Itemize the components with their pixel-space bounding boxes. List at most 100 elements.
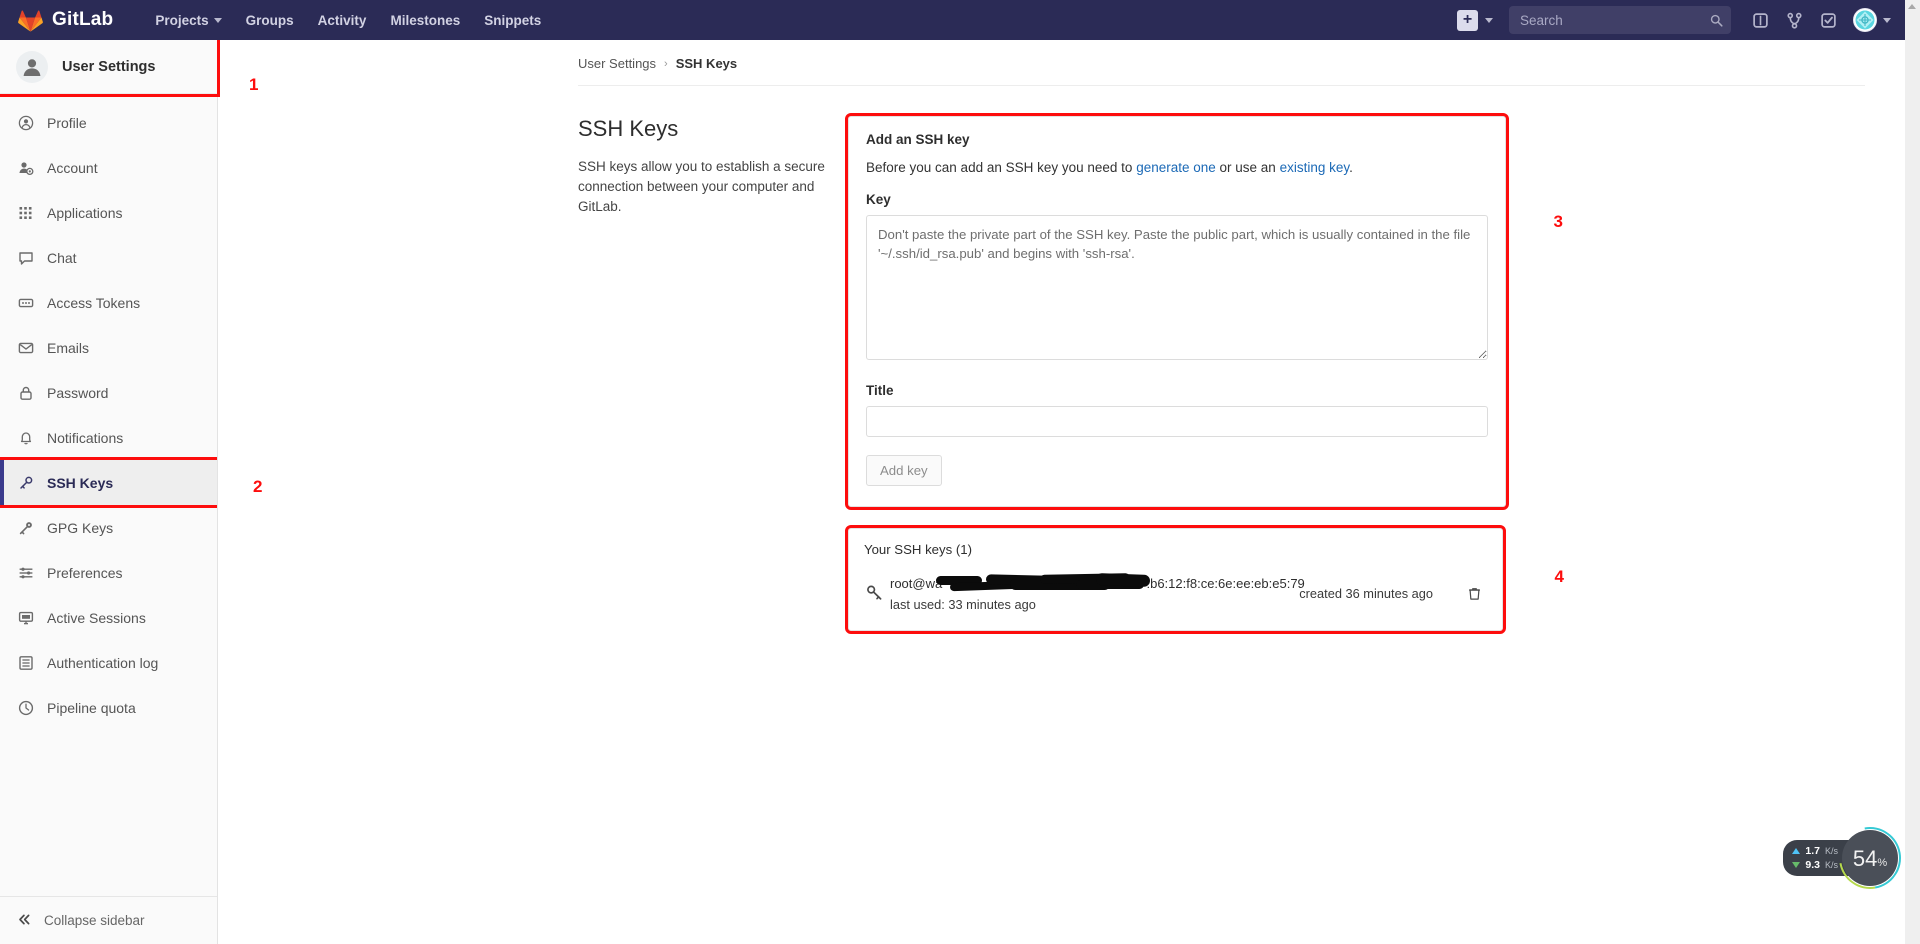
collapse-sidebar-label: Collapse sidebar <box>44 913 145 928</box>
upload-speed-unit: K/s <box>1824 846 1838 856</box>
issues-icon[interactable] <box>1743 0 1777 40</box>
log-icon <box>17 654 34 671</box>
chevron-down-icon <box>1883 17 1891 23</box>
key-field-label: Key <box>866 192 891 207</box>
avatar <box>1853 8 1877 32</box>
primary-nav-links: Projects Groups Activity Milestones Snip… <box>143 3 553 38</box>
sidebar-item-chat[interactable]: Chat <box>0 235 217 280</box>
title-input[interactable] <box>866 406 1488 437</box>
nav-link-groups[interactable]: Groups <box>234 3 306 38</box>
sidebar-item-label: Emails <box>47 339 90 356</box>
sidebar-item-label: Preferences <box>47 564 123 581</box>
nav-link-projects[interactable]: Projects <box>143 3 233 38</box>
sidebar-item-preferences[interactable]: Preferences <box>0 550 217 595</box>
download-arrow-icon <box>1792 862 1801 868</box>
chevron-down-icon <box>1485 17 1493 23</box>
page-intro-column: SSH Keys SSH keys allow you to establish… <box>578 116 826 631</box>
annotation-2: 2 <box>253 477 263 496</box>
sidebar-item-notifications[interactable]: Notifications <box>0 415 217 460</box>
scroll-up-arrow-icon[interactable] <box>1908 4 1916 9</box>
account-icon <box>17 159 34 176</box>
ssh-keys-list-panel: Your SSH keys (1) root@waf██████████████… <box>845 525 1564 634</box>
breadcrumb-current: SSH Keys <box>675 56 738 71</box>
sidebar-nav-list: Profile Account Applications Chat Access… <box>0 94 217 896</box>
sidebar-item-password[interactable]: Password <box>0 370 217 415</box>
lock-icon <box>17 384 34 401</box>
nav-link-snippets[interactable]: Snippets <box>472 3 553 38</box>
key-fingerprint: root@waf█████████████████████b:b6:12:f8:… <box>890 573 1305 593</box>
chat-icon <box>17 249 34 266</box>
brand-logo[interactable]: GitLab <box>18 8 113 33</box>
breadcrumb-parent[interactable]: User Settings <box>578 56 656 71</box>
sidebar-item-label: Password <box>47 384 109 401</box>
sidebar-item-label: SSH Keys <box>47 474 114 491</box>
key-input[interactable] <box>866 215 1488 360</box>
sidebar-item-ssh-keys[interactable]: SSH Keys <box>0 457 217 508</box>
sidebar-item-account[interactable]: Account <box>0 145 217 190</box>
chevron-double-left-icon <box>17 912 32 930</box>
nav-link-milestones[interactable]: Milestones <box>378 3 472 38</box>
email-icon <box>17 339 34 356</box>
sidebar-item-active-sessions[interactable]: Active Sessions <box>0 595 217 640</box>
sidebar-item-applications[interactable]: Applications <box>0 190 217 235</box>
existing-key-link[interactable]: existing key <box>1280 160 1350 175</box>
todos-icon[interactable] <box>1811 0 1845 40</box>
page-scrollbar[interactable] <box>1905 0 1920 944</box>
sidebar-item-gpg-keys[interactable]: GPG Keys <box>0 505 217 550</box>
system-monitor-widget[interactable]: 1.7 K/s 9.3 K/s 54 % <box>1783 814 1914 902</box>
add-key-intro-before: Before you can add an SSH key you need t… <box>866 160 1137 175</box>
cpu-usage-dial[interactable]: 54 % <box>1826 814 1914 902</box>
sidebar-item-label: Active Sessions <box>47 609 146 626</box>
nav-link-activity[interactable]: Activity <box>306 3 379 38</box>
sidebar-header-user-settings[interactable]: User Settings <box>0 37 220 97</box>
user-avatar-icon <box>16 50 48 83</box>
sidebar-item-profile[interactable]: Profile <box>0 100 217 145</box>
keys-list-heading: Your SSH keys (1) <box>864 542 972 557</box>
annotation-1: 1 <box>249 75 259 94</box>
key-fingerprint-prefix: root@wa <box>890 576 943 591</box>
trash-icon <box>1469 587 1480 600</box>
search-box[interactable] <box>1509 6 1731 34</box>
sidebar-item-emails[interactable]: Emails <box>0 325 217 370</box>
sidebar-item-pipeline-quota[interactable]: Pipeline quota <box>0 685 217 730</box>
sidebar-item-label: Applications <box>47 204 123 221</box>
add-key-intro: Before you can add an SSH key you need t… <box>866 160 1488 175</box>
sidebar-item-label: GPG Keys <box>47 519 114 536</box>
brand-name: GitLab <box>52 9 114 30</box>
nav-link-milestones-label: Milestones <box>390 12 461 28</box>
annotation-3: 3 <box>1553 212 1563 231</box>
page-description: SSH keys allow you to establish a secure… <box>578 159 825 214</box>
key-icon <box>864 584 890 602</box>
key-fingerprint-suffix: :b6:12:f8:ce:6e:ee:eb:e5:79 <box>1146 576 1305 591</box>
key-icon <box>17 474 34 491</box>
collapse-sidebar-button[interactable]: Collapse sidebar <box>0 896 217 944</box>
sidebar-item-authentication-log[interactable]: Authentication log <box>0 640 217 685</box>
gitlab-logo-icon <box>18 8 43 33</box>
key-created-at: created 36 minutes ago <box>1299 585 1433 601</box>
key-details: root@waf█████████████████████b:b6:12:f8:… <box>890 573 1305 612</box>
profile-icon <box>17 114 34 131</box>
sidebar-item-label: Profile <box>47 114 87 131</box>
forms-column: Add an SSH key Before you can add an SSH… <box>845 113 1564 634</box>
sidebar-item-label: Notifications <box>47 429 124 446</box>
nav-link-groups-label: Groups <box>245 12 294 28</box>
annotation-4: 4 <box>1554 567 1564 586</box>
nav-right-cluster: + <box>1447 0 1905 40</box>
search-input[interactable] <box>1509 6 1731 34</box>
nav-link-snippets-label: Snippets <box>484 12 542 28</box>
sidebar-item-label: Chat <box>47 249 77 266</box>
generate-one-link[interactable]: generate one <box>1136 160 1216 175</box>
bell-icon <box>17 429 34 446</box>
sidebar-header-label: User Settings <box>62 58 156 75</box>
merge-requests-icon[interactable] <box>1777 0 1811 40</box>
delete-key-button[interactable] <box>1467 586 1487 601</box>
new-item-dropdown[interactable]: + <box>1447 9 1503 31</box>
page-title: SSH Keys <box>578 116 679 141</box>
applications-icon <box>17 204 34 221</box>
sidebar-item-access-tokens[interactable]: Access Tokens <box>0 280 217 325</box>
nav-link-projects-label: Projects <box>155 12 209 28</box>
user-menu[interactable] <box>1845 8 1891 32</box>
gpg-key-icon <box>17 519 34 536</box>
add-key-button[interactable]: Add key <box>866 455 942 486</box>
upload-speed: 1.7 K/s <box>1792 845 1838 857</box>
